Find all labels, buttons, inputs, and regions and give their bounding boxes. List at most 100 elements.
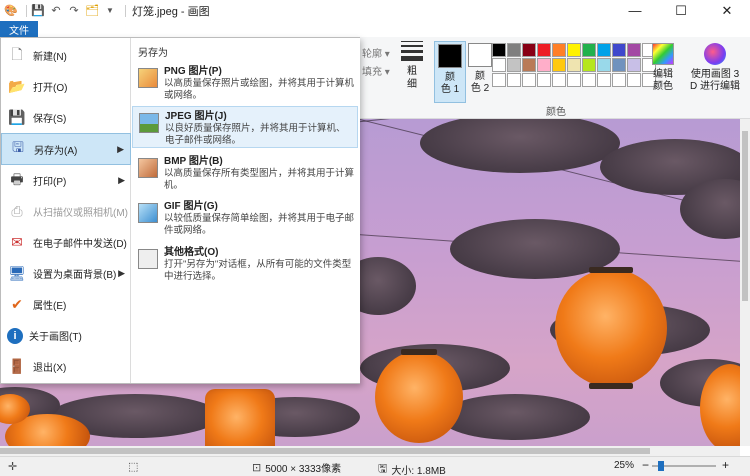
color2-swatch (468, 43, 492, 67)
new-icon: 🗋 (11, 45, 23, 62)
maximize-button[interactable]: ☐ (658, 0, 704, 21)
minimize-button[interactable]: — (612, 0, 658, 21)
close-button[interactable]: ✕ (704, 0, 750, 21)
scroll-thumb[interactable] (0, 448, 650, 454)
undo-icon[interactable]: ↶ (49, 4, 63, 18)
menu-item-desktop-bg[interactable]: 🖥 设置为桌面背景(B) ▶ (1, 258, 131, 289)
palette-swatch[interactable] (537, 58, 551, 72)
edit-colors-button[interactable]: 编辑 颜色 (648, 43, 678, 93)
lantern (205, 389, 275, 446)
horizontal-scrollbar[interactable] (0, 446, 740, 456)
quick-access-toolbar: 🎨 💾 ↶ ↷ 🗂 ▼ (0, 0, 130, 21)
email-icon: ✉ (11, 234, 23, 250)
menu-item-properties[interactable]: ✔ 属性(E) (1, 289, 131, 320)
menu-item-exit[interactable]: 🚪 退出(X) (1, 351, 131, 382)
thickness-icon (395, 41, 429, 61)
palette-swatch[interactable] (552, 43, 566, 57)
zoom-in-button[interactable]: + (722, 458, 729, 472)
palette-swatch[interactable] (492, 58, 506, 72)
save-icon[interactable]: 💾 (31, 4, 45, 18)
menu-item-print[interactable]: 🖶 打印(P) ▶ (1, 165, 131, 196)
palette-swatch[interactable] (567, 43, 581, 57)
window-title: 灯笼.jpeg - 画图 (132, 5, 210, 18)
fill-label: 填充 (362, 67, 382, 78)
palette-swatch[interactable] (567, 73, 581, 87)
palette-swatch[interactable] (522, 43, 536, 57)
gif-image-icon (138, 203, 158, 223)
palette-swatch[interactable] (507, 43, 521, 57)
outline-button[interactable]: 轮廓 ▾ (362, 45, 390, 60)
jpeg-image-icon (139, 113, 159, 133)
option-description: 以高质量保存照片或绘图，并将其用于计算机或网络。 (164, 78, 355, 101)
palette-swatch[interactable] (597, 73, 611, 87)
tab-file[interactable]: 文件 (0, 21, 38, 37)
palette-swatch[interactable] (627, 43, 641, 57)
palette-swatch[interactable] (507, 73, 521, 87)
menu-item-open[interactable]: 📂 打开(O) (1, 71, 131, 102)
palette-swatch[interactable] (552, 73, 566, 87)
palette-swatch[interactable] (627, 73, 641, 87)
palette-swatch[interactable] (537, 73, 551, 87)
save-as-gif[interactable]: GIF 图片(G) 以较低质量保存简单绘图，并将其用于电子邮件或网络。 (132, 197, 358, 239)
color1-button[interactable]: 颜 色 1 (434, 41, 466, 103)
other-format-icon (138, 249, 158, 269)
menu-item-new[interactable]: 🗋 新建(N) (1, 40, 131, 71)
menu-item-label: 关于画图(T) (29, 332, 82, 343)
palette-swatch[interactable] (582, 73, 596, 87)
palette-swatch[interactable] (597, 43, 611, 57)
paint3d-button[interactable]: 使用画图 3 D 进行编辑 (684, 43, 746, 93)
palette-swatch[interactable] (582, 58, 596, 72)
menu-item-save-as[interactable]: 🖫 另存为(A) ▶ (1, 133, 131, 165)
info-icon: i (7, 327, 23, 344)
palette-swatch[interactable] (612, 43, 626, 57)
save-as-jpeg[interactable]: JPEG 图片(J) 以良好质量保存照片，并将其用于计算机、电子邮件或网络。 (132, 106, 358, 148)
option-description: 以较低质量保存简单绘图，并将其用于电子邮件或网络。 (164, 213, 355, 236)
save-as-icon: 🖫 (12, 139, 24, 155)
option-title: BMP 图片(B) (164, 156, 223, 167)
palette-swatch[interactable] (522, 58, 536, 72)
palette-swatch[interactable] (552, 58, 566, 72)
palette-swatch[interactable] (522, 73, 536, 87)
save-icon: 💾 (8, 109, 26, 125)
option-description: 以高质量保存所有类型图片，并将其用于计算机。 (164, 168, 355, 191)
customize-icon[interactable]: 🗂 (85, 4, 99, 18)
option-title: 其他格式(O) (164, 247, 219, 258)
menu-item-label: 属性(E) (33, 301, 67, 312)
paint3d-label: 使用画图 3 D 进行编辑 (690, 69, 740, 92)
menu-item-label: 另存为(A) (34, 145, 78, 157)
bmp-image-icon (138, 158, 158, 178)
dimensions-text: 5000 × 3333像素 (265, 464, 342, 475)
scroll-thumb[interactable] (742, 131, 748, 301)
zoom-out-button[interactable]: − (642, 458, 649, 472)
menu-item-label: 保存(S) (33, 114, 67, 125)
lantern (555, 267, 667, 389)
save-as-other[interactable]: 其他格式(O) 打开"另存为"对话框，从所有可能的文件类型中进行选择。 (132, 243, 358, 285)
menu-item-about[interactable]: i 关于画图(T) (1, 320, 131, 351)
redo-icon[interactable]: ↷ (67, 4, 81, 18)
exit-icon: 🚪 (8, 358, 26, 374)
menu-item-save[interactable]: 💾 保存(S) (1, 102, 131, 133)
thickness-button[interactable]: 粗 细 (395, 41, 429, 107)
save-as-bmp[interactable]: BMP 图片(B) 以高质量保存所有类型图片，并将其用于计算机。 (132, 152, 358, 194)
fill-button[interactable]: 填充 ▾ (362, 63, 390, 78)
option-description: 以良好质量保存照片，并将其用于计算机、电子邮件或网络。 (165, 123, 346, 146)
vertical-scrollbar[interactable] (740, 119, 750, 446)
palette-swatch[interactable] (567, 58, 581, 72)
menu-item-email[interactable]: ✉ 在电子邮件中发送(D) (1, 227, 131, 258)
chevron-right-icon: ▶ (118, 268, 125, 278)
palette-swatch[interactable] (582, 43, 596, 57)
zoom-slider-thumb[interactable] (658, 461, 664, 471)
file-size-text: 大小: 1.8MB (391, 466, 446, 476)
palette-swatch[interactable] (627, 58, 641, 72)
option-title: PNG 图片(P) (164, 66, 222, 77)
palette-swatch[interactable] (612, 73, 626, 87)
palette-swatch[interactable] (492, 73, 506, 87)
divider (125, 4, 126, 17)
palette-swatch[interactable] (537, 43, 551, 57)
palette-swatch[interactable] (612, 58, 626, 72)
palette-swatch[interactable] (597, 58, 611, 72)
chevron-down-icon[interactable]: ▼ (103, 4, 117, 18)
save-as-png[interactable]: PNG 图片(P) 以高质量保存照片或绘图，并将其用于计算机或网络。 (132, 62, 358, 104)
palette-swatch[interactable] (492, 43, 506, 57)
palette-swatch[interactable] (507, 58, 521, 72)
